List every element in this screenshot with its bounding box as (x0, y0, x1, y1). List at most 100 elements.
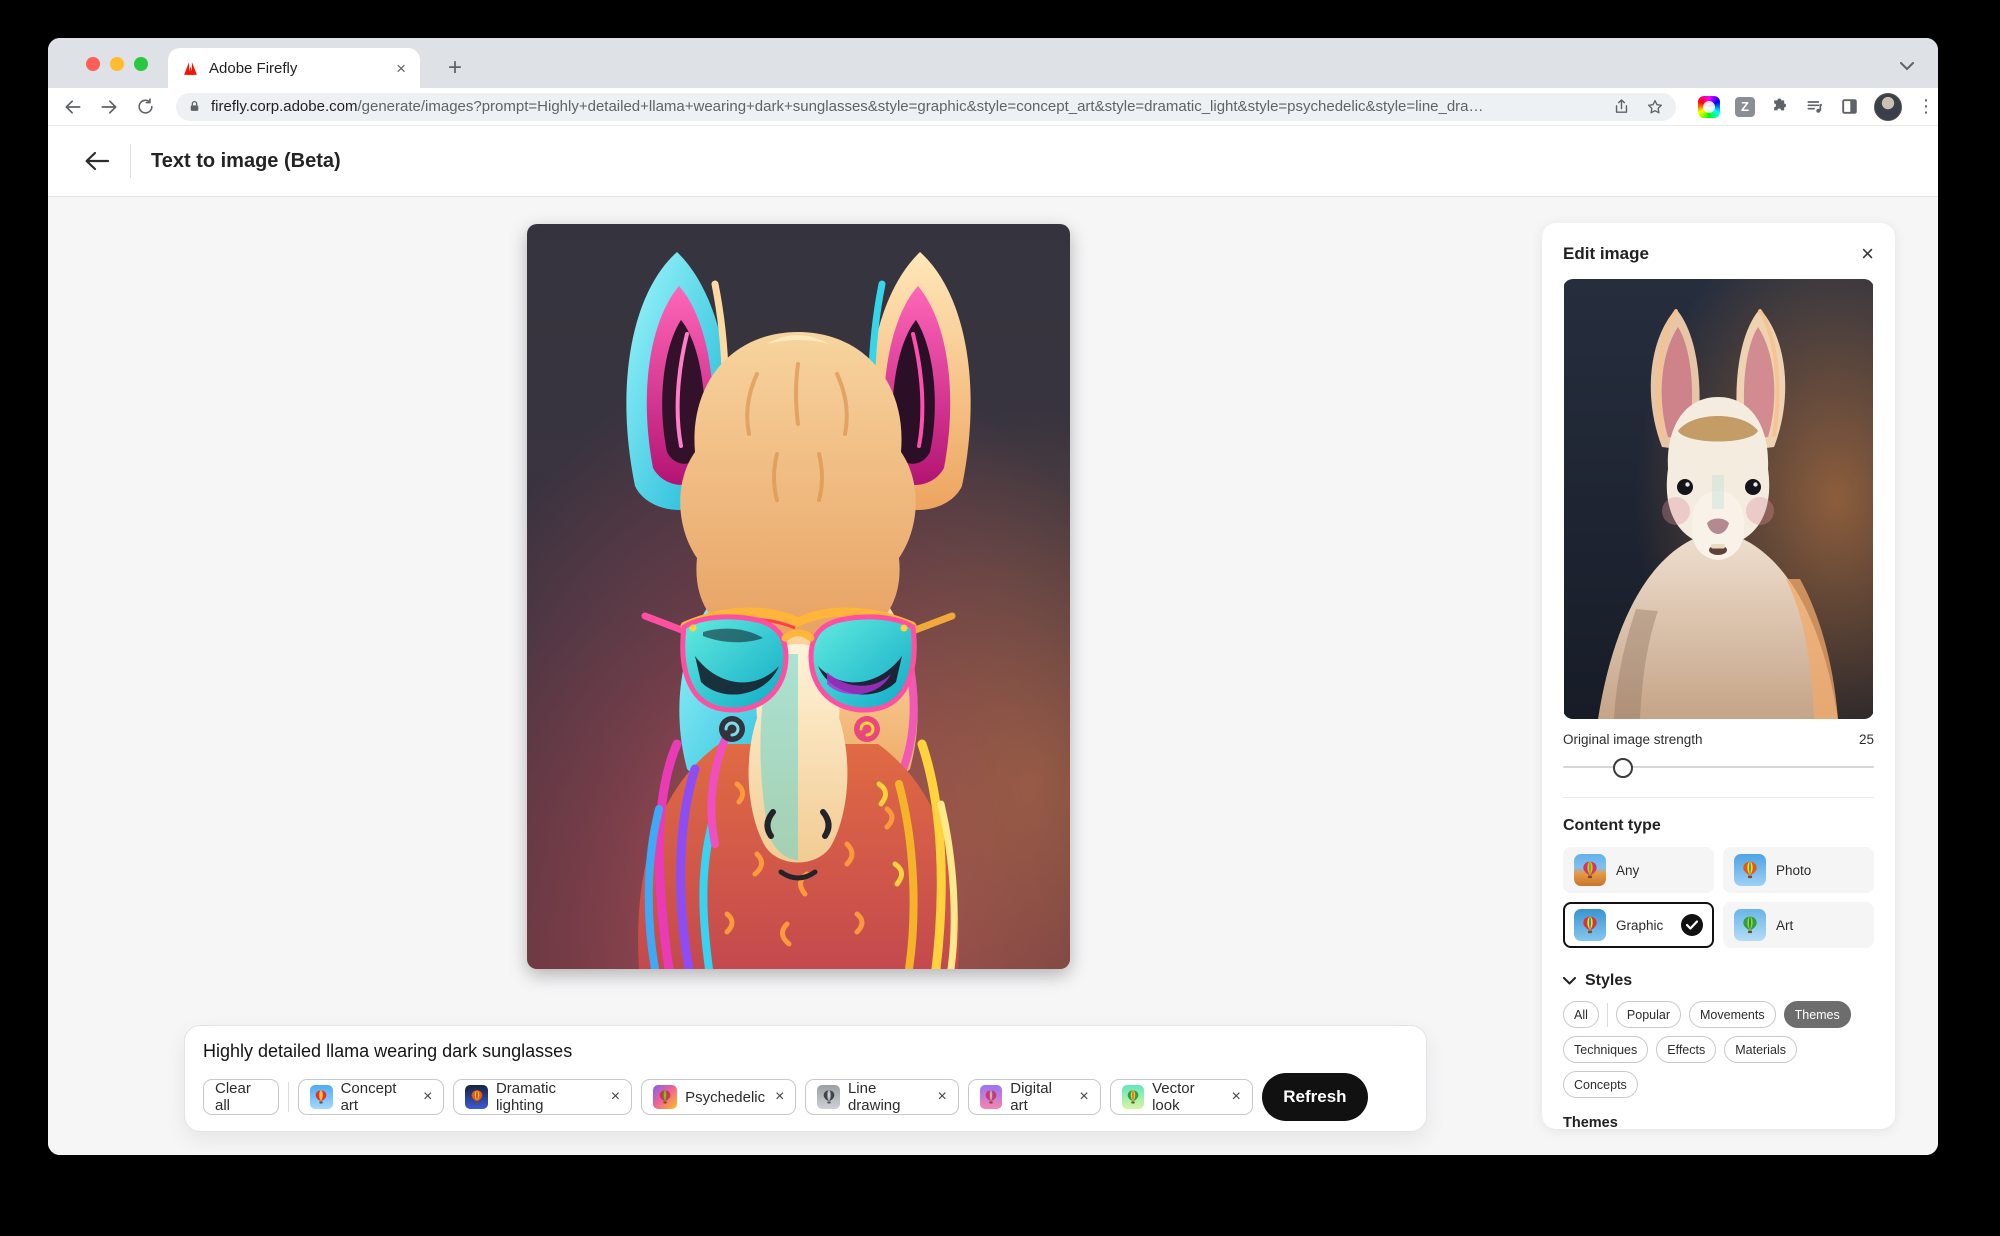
playlist-extension-icon[interactable] (1805, 97, 1825, 117)
balloon-line-drawing-icon (817, 1085, 840, 1109)
balloon-concept-art-icon (310, 1085, 333, 1109)
tab-title: Adobe Firefly (209, 59, 298, 77)
content-type-any[interactable]: Any (1563, 847, 1714, 893)
slider-thumb[interactable] (1613, 758, 1633, 778)
styles-title: Styles (1585, 972, 1633, 989)
balloon-any-icon (1574, 854, 1606, 886)
page-header: Text to image (Beta) (48, 126, 1938, 197)
filter-materials[interactable]: Materials (1724, 1036, 1797, 1063)
style-chip-vector-look[interactable]: Vector look × (1109, 1079, 1253, 1115)
remove-chip-icon[interactable]: × (775, 1088, 784, 1106)
remove-chip-icon[interactable]: × (1231, 1088, 1240, 1106)
filter-divider (1606, 1002, 1608, 1027)
browser-menu-icon[interactable]: ⋮ (1917, 96, 1935, 117)
url-path: /generate/images?prompt=Highly+detailed+… (357, 98, 1484, 115)
chips-divider (288, 1082, 290, 1112)
browser-tab[interactable]: Adobe Firefly × (168, 48, 420, 88)
remove-chip-icon[interactable]: × (1079, 1088, 1088, 1106)
selected-check-icon (1681, 914, 1703, 936)
remove-chip-icon[interactable]: × (938, 1088, 947, 1106)
generated-image[interactable] (527, 224, 1070, 969)
prompt-bar: Highly detailed llama wearing dark sungl… (184, 1025, 1427, 1132)
forward-icon[interactable] (98, 96, 120, 118)
reference-image[interactable] (1563, 279, 1874, 719)
page-title: Text to image (Beta) (151, 149, 341, 172)
remove-chip-icon[interactable]: × (611, 1088, 620, 1106)
firefly-page: Text to image (Beta) Edit image × Origin… (48, 126, 1938, 1155)
header-divider (130, 144, 131, 178)
desktop: Adobe Firefly × + firefly.corp.adobe.com… (0, 0, 2000, 1236)
style-chip-line-drawing[interactable]: Line drawing × (805, 1079, 959, 1115)
url-bar[interactable]: firefly.corp.adobe.com/generate/images?p… (176, 92, 1676, 121)
share-icon[interactable] (1613, 98, 1630, 115)
remove-chip-icon[interactable]: × (423, 1088, 432, 1106)
slider-track (1563, 766, 1874, 768)
chevron-down-icon (1563, 977, 1576, 985)
content-type-photo[interactable]: Photo (1723, 847, 1874, 893)
profile-avatar[interactable] (1874, 92, 1902, 121)
browser-toolbar: firefly.corp.adobe.com/generate/images?p… (48, 88, 1938, 126)
content-type-options: Any Photo Graphic Art (1563, 847, 1874, 948)
tab-strip: Adobe Firefly × + (48, 38, 1938, 88)
browser-window: Adobe Firefly × + firefly.corp.adobe.com… (48, 38, 1938, 1155)
back-icon[interactable] (62, 96, 84, 118)
balloon-vector-look-icon (1121, 1085, 1145, 1109)
content-type-title: Content type (1563, 817, 1661, 834)
image-strength-slider[interactable] (1563, 757, 1874, 778)
llama-artwork (527, 224, 1070, 969)
page-body: Edit image × Original image strength 25 … (48, 197, 1938, 1155)
panel-divider (1563, 797, 1874, 798)
close-window-button[interactable] (86, 57, 100, 71)
url-domain: firefly.corp.adobe.com (211, 98, 358, 115)
panel-title: Edit image (1563, 244, 1649, 263)
balloon-psychedelic-icon (653, 1085, 678, 1109)
extensions-puzzle-icon[interactable] (1770, 97, 1790, 117)
new-tab-button[interactable]: + (440, 53, 470, 83)
balloon-art-icon (1734, 909, 1766, 941)
tab-search-chevron-icon[interactable] (1900, 58, 1914, 76)
themes-section-title: Themes (1563, 1115, 1618, 1131)
window-controls (86, 57, 148, 71)
url-text: firefly.corp.adobe.com/generate/images?p… (211, 98, 1484, 115)
style-chip-psychedelic[interactable]: Psychedelic × (641, 1079, 797, 1115)
tab-close-icon[interactable]: × (396, 60, 406, 77)
filter-effects[interactable]: Effects (1656, 1036, 1717, 1063)
filter-concepts[interactable]: Concepts (1563, 1071, 1638, 1098)
bookmark-star-icon[interactable] (1646, 98, 1664, 116)
strength-label: Original image strength (1563, 732, 1703, 747)
extension-icons: Z ⋮ (1698, 92, 1935, 121)
styles-section-header[interactable]: Styles (1563, 972, 1874, 990)
content-type-graphic[interactable]: Graphic (1563, 902, 1714, 948)
style-chip-concept-art[interactable]: Concept art × (298, 1079, 445, 1115)
style-chip-digital-art[interactable]: Digital art × (967, 1079, 1101, 1115)
style-chip-dramatic-lighting[interactable]: Dramatic lighting × (453, 1079, 633, 1115)
zoom-window-button[interactable] (134, 57, 148, 71)
refresh-button[interactable]: Refresh (1261, 1073, 1369, 1121)
reload-icon[interactable] (134, 96, 156, 118)
style-filter-chips: All Popular Movements Themes Techniques … (1563, 1001, 1874, 1098)
strength-value: 25 (1858, 732, 1874, 747)
filter-techniques[interactable]: Techniques (1563, 1036, 1649, 1063)
filter-all[interactable]: All (1563, 1001, 1599, 1028)
close-icon[interactable]: × (1861, 243, 1874, 265)
z-extension-icon[interactable]: Z (1735, 96, 1755, 117)
balloon-graphic-icon (1574, 909, 1606, 941)
balloon-digital-art-icon (979, 1085, 1003, 1109)
sidebar-extension-icon[interactable] (1840, 97, 1859, 116)
minimize-window-button[interactable] (110, 57, 124, 71)
creative-cloud-extension-icon[interactable] (1698, 95, 1720, 118)
content-type-art[interactable]: Art (1723, 902, 1874, 948)
page-back-button[interactable] (84, 150, 110, 172)
filter-popular[interactable]: Popular (1615, 1001, 1681, 1028)
reference-llama-photo (1564, 279, 1873, 719)
prompt-chips-row: Clear all Concept art × Dramatic lightin… (203, 1073, 1408, 1121)
edit-image-panel: Edit image × Original image strength 25 … (1542, 223, 1895, 1131)
filter-movements[interactable]: Movements (1689, 1001, 1776, 1028)
filter-themes[interactable]: Themes (1783, 1001, 1851, 1028)
lock-icon (190, 100, 199, 111)
clear-all-button[interactable]: Clear all (203, 1079, 280, 1115)
balloon-dramatic-lighting-icon (465, 1085, 488, 1109)
adobe-favicon (184, 61, 197, 75)
balloon-photo-icon (1734, 854, 1766, 886)
prompt-input[interactable]: Highly detailed llama wearing dark sungl… (203, 1041, 1408, 1062)
